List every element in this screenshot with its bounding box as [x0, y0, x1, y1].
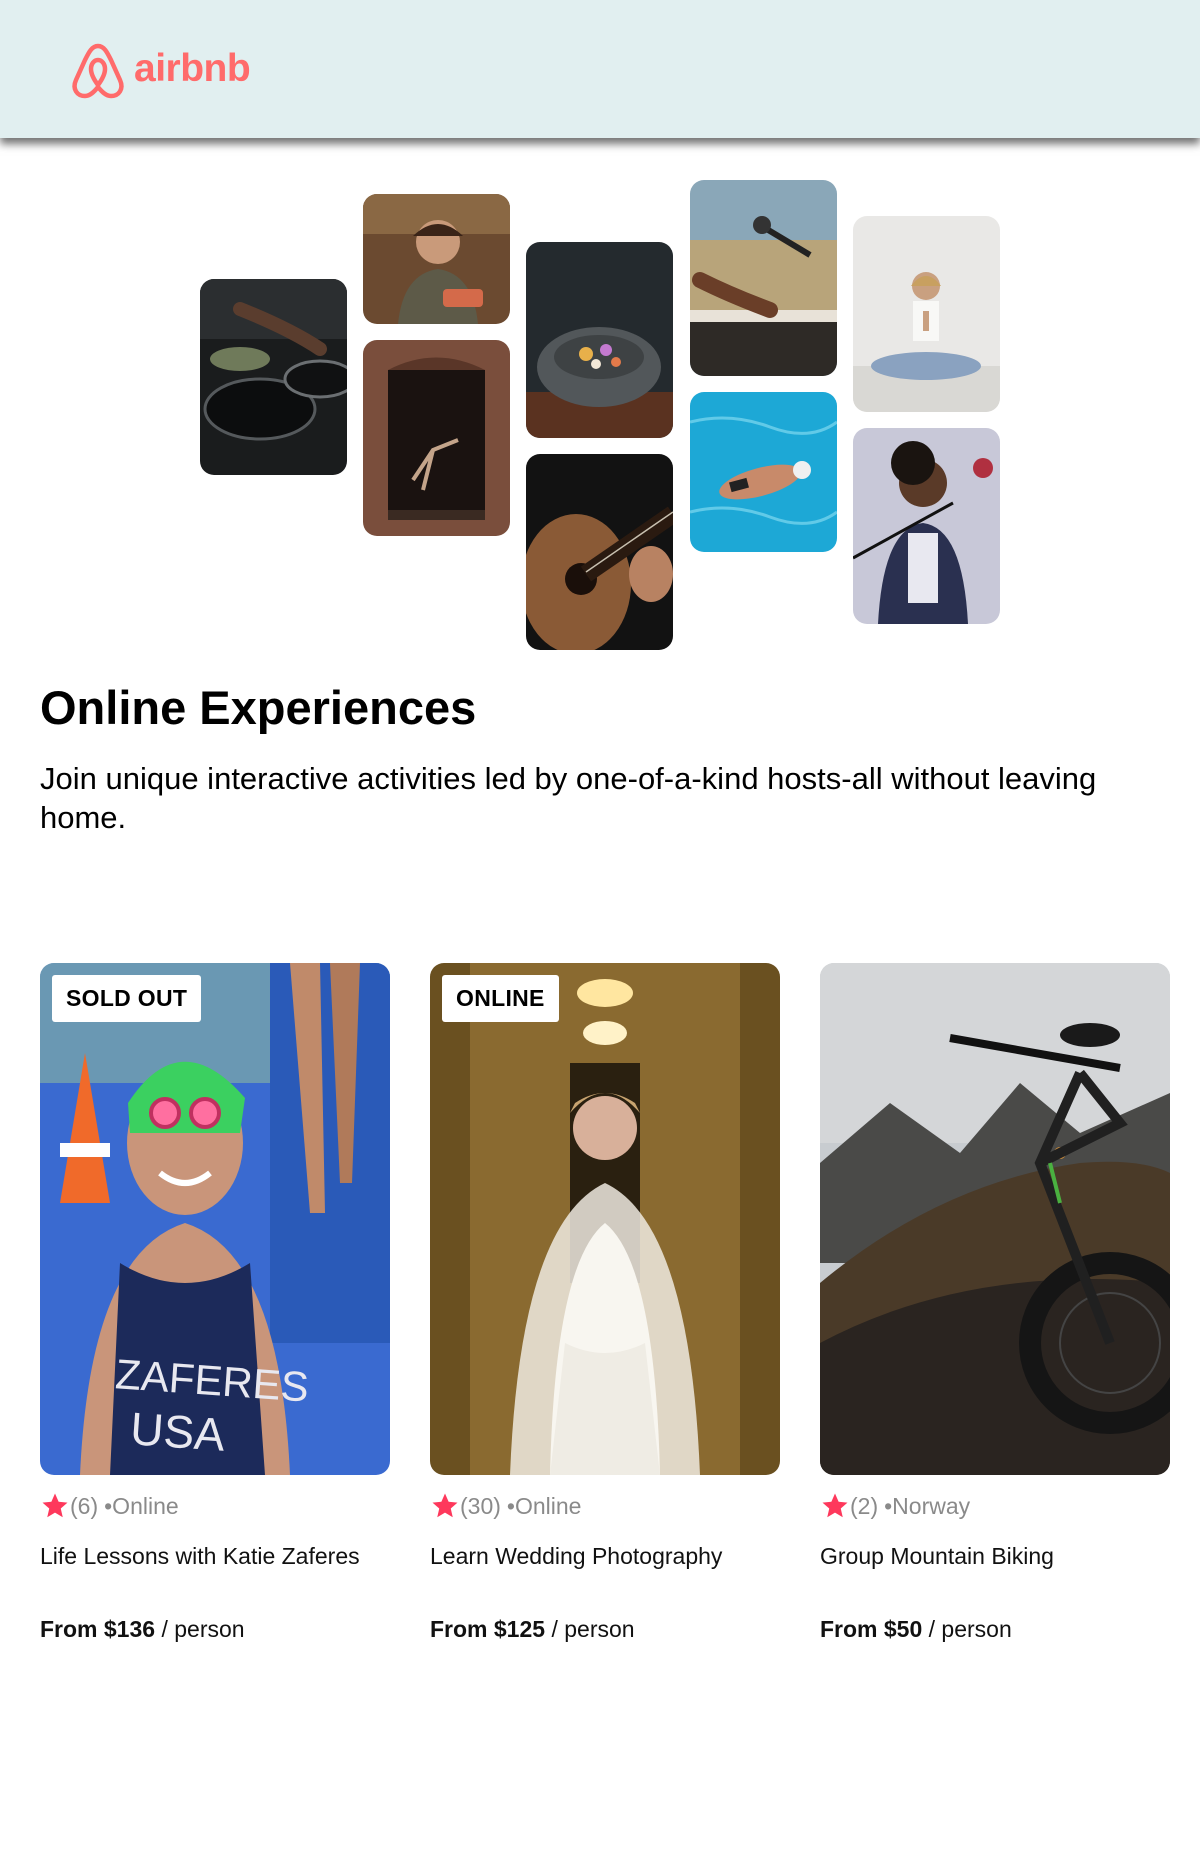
rating-count: (6) [70, 1492, 99, 1519]
card-price: From $125 / person [430, 1616, 780, 1643]
hero-photo-keyboard-microphone [690, 180, 837, 376]
card-price: From $136 / person [40, 1616, 390, 1643]
navbar: airbnb [0, 0, 1200, 138]
card-price: From $50 / person [820, 1616, 1170, 1643]
page-subtitle: Join unique interactive activities led b… [40, 761, 1097, 836]
experience-card[interactable]: (2) •Norway Group Mountain Biking From $… [820, 963, 1170, 1643]
card-stats: (30) •Online [430, 1491, 780, 1521]
card-location: •Norway [884, 1492, 971, 1519]
price-amount: From $50 [820, 1616, 923, 1642]
hero-photo-singer [853, 428, 1000, 624]
hero-photo-guitar [526, 454, 673, 650]
rating-count: (30) [460, 1492, 501, 1519]
card-title: Learn Wedding Photography [430, 1543, 723, 1569]
card-title: Life Lessons with Katie Zaferes [40, 1543, 360, 1569]
card-photo-bride: ONLINE [430, 963, 780, 1475]
status-badge: ONLINE [442, 975, 559, 1022]
status-badge: SOLD OUT [52, 975, 202, 1022]
price-unit: / person [928, 1616, 1012, 1642]
card-location: •Online [506, 1492, 582, 1519]
price-unit: / person [161, 1616, 245, 1642]
experience-card[interactable]: ONLINE (30) •Online Learn Wedding Photog… [430, 963, 780, 1643]
logo-text: airbnb [134, 47, 251, 90]
star-icon [822, 1493, 848, 1518]
airbnb-belo-icon [72, 43, 124, 99]
hero-collage [0, 170, 1200, 650]
price-amount: From $125 [430, 1616, 546, 1642]
airbnb-logo[interactable]: airbnb [70, 38, 251, 100]
experience-card-list: ZAFERES USA SOLD OUT (6) •Online Life Le… [40, 963, 1170, 1643]
hero-photo-woman-chef [363, 194, 510, 324]
page-title: Online Experiences [40, 681, 477, 734]
experience-card[interactable]: ZAFERES USA SOLD OUT (6) •Online Life Le… [40, 963, 390, 1643]
star-icon [42, 1493, 68, 1518]
card-title: Group Mountain Biking [820, 1543, 1054, 1569]
hero-photo-swimmer [690, 392, 837, 552]
hero-photo-yoga [853, 216, 1000, 412]
price-amount: From $136 [40, 1616, 156, 1642]
card-location: •Online [104, 1492, 179, 1519]
card-stats: (6) •Online [40, 1491, 390, 1521]
price-unit: / person [551, 1616, 635, 1642]
rating-count: (2) [850, 1492, 879, 1519]
star-icon [432, 1493, 458, 1518]
hero-photo-cooking-pans [200, 279, 347, 475]
card-stats: (2) •Norway [820, 1491, 1170, 1521]
hero-photo-food-bowl [526, 242, 673, 438]
card-photo-triathlete: ZAFERES USA SOLD OUT [40, 963, 390, 1475]
card-photo-mountain-bike [820, 963, 1170, 1475]
page-header: Online Experiences Join unique interacti… [40, 680, 1160, 838]
swimsuit-text-line-2: USA [129, 1402, 227, 1460]
hero-photo-dancer-doorway [363, 340, 510, 536]
